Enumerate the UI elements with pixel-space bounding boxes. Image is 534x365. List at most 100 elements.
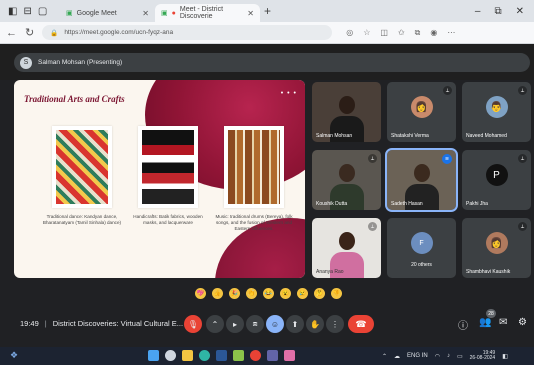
audio-options-button[interactable]: ⌃ bbox=[206, 315, 224, 333]
volume-icon[interactable]: ♪ bbox=[447, 353, 450, 359]
participant-name: Pakhi Jha bbox=[466, 201, 488, 207]
reaction-party[interactable]: 🎉 bbox=[229, 288, 240, 299]
lang-indicator[interactable]: ENG IN bbox=[407, 353, 428, 359]
more-icon[interactable]: ⋯ bbox=[447, 28, 455, 38]
reaction-cry[interactable]: 😢 bbox=[297, 288, 308, 299]
teams-icon[interactable] bbox=[267, 350, 278, 361]
activities-icon[interactable]: ⚙ bbox=[518, 317, 527, 328]
slide-caption-dance: Traditional dance: Kandyan dance, Bharat… bbox=[42, 214, 122, 225]
clock-date: 26-08-2024 bbox=[469, 355, 496, 361]
chat-icon[interactable]: ✉ bbox=[499, 317, 507, 328]
taskbar-clock[interactable]: 19:49 26-08-2024 bbox=[470, 351, 496, 361]
tab-google-meet[interactable]: ▣ Google Meet ✕ bbox=[60, 4, 155, 22]
captions-button[interactable]: ⧈ bbox=[246, 315, 264, 333]
participant-name: Koushik Dutta bbox=[316, 201, 348, 207]
split-screen-icon[interactable]: ◫ bbox=[380, 28, 388, 38]
participant-tile[interactable]: ≋ Sadeth Hasan bbox=[385, 148, 458, 212]
slide-caption-handicrafts: Handicrafts: Batik fabrics, wooden masks… bbox=[133, 214, 203, 225]
presenter-banner[interactable]: S Salman Mohsan (Presenting) bbox=[14, 53, 530, 72]
slide-menu-icon[interactable]: • • • bbox=[281, 90, 297, 97]
reaction-thinking[interactable]: 🤔 bbox=[314, 288, 325, 299]
search-icon[interactable] bbox=[165, 350, 176, 361]
reactions-bar: 💖 👍 🎉 👏 😂 😮 😢 🤔 👎 bbox=[195, 288, 342, 299]
participant-tile[interactable]: F 20 others bbox=[387, 218, 456, 278]
participant-tile[interactable]: 👨 ⟂ Naveed Mohamed bbox=[462, 82, 531, 142]
star-icon[interactable]: ☆ bbox=[363, 28, 370, 38]
notifications-icon[interactable]: ◧ bbox=[502, 353, 508, 360]
participant-avatar: P bbox=[485, 164, 508, 187]
present-button[interactable]: ⬆ bbox=[286, 315, 304, 333]
mic-off-icon: ⟂ bbox=[368, 222, 377, 231]
windows-taskbar: ❖ ⌃ ☁ ENG IN ◠ ♪ ▭ 19:49 26-08-2024 ◧ bbox=[0, 347, 534, 365]
leave-call-button[interactable]: ☎ bbox=[348, 315, 374, 333]
close-window-button[interactable]: ✕ bbox=[516, 6, 524, 17]
favorites-icon[interactable]: ✩ bbox=[398, 28, 405, 38]
url-field[interactable]: 🔒 https://meet.google.com/ucn-fyqz-ana bbox=[42, 25, 333, 40]
system-tray: ⌃ ☁ ENG IN ◠ ♪ ▭ 19:49 26-08-2024 ◧ bbox=[382, 351, 508, 361]
participant-name: Shatakshi Verma bbox=[391, 133, 429, 139]
minimize-button[interactable]: – bbox=[475, 6, 481, 17]
participant-name: Naveed Mohamed bbox=[466, 133, 507, 139]
camera-button[interactable]: ▸ bbox=[226, 315, 244, 333]
participant-tile[interactable]: 👩 ⟂ Shatakshi Verma bbox=[387, 82, 456, 142]
speaking-indicator-icon: ≋ bbox=[442, 154, 452, 164]
meeting-time: 19:49 bbox=[20, 319, 39, 328]
store-icon[interactable] bbox=[233, 350, 244, 361]
word-icon[interactable] bbox=[216, 350, 227, 361]
taskbar-apps bbox=[148, 350, 295, 361]
chrome-icon[interactable] bbox=[250, 350, 261, 361]
presenter-avatar: S bbox=[20, 56, 32, 69]
extensions-icon[interactable]: ⧉ bbox=[415, 28, 421, 38]
reaction-clap[interactable]: 👏 bbox=[246, 288, 257, 299]
participant-avatar: 👩 bbox=[410, 96, 433, 119]
reaction-laugh[interactable]: 😂 bbox=[263, 288, 274, 299]
raise-hand-button[interactable]: ✋ bbox=[306, 315, 324, 333]
onedrive-icon[interactable]: ☁ bbox=[394, 353, 400, 360]
info-icon[interactable]: ⓘ bbox=[458, 317, 468, 332]
participant-tile[interactable]: 👩 ⟂ Shambhavi Kaushik bbox=[462, 218, 531, 278]
address-bar-row: ← ↻ 🔒 https://meet.google.com/ucn-fyqz-a… bbox=[0, 22, 534, 44]
meeting-info: 19:49 | District Discoveries: Virtual Cu… bbox=[20, 319, 184, 328]
meet-favicon-icon: ▣ bbox=[66, 10, 73, 17]
window-controls: – ⧉ ✕ bbox=[475, 6, 534, 17]
maximize-button[interactable]: ⧉ bbox=[494, 6, 501, 17]
chevron-up-icon[interactable]: ⌃ bbox=[382, 353, 387, 360]
participant-tile[interactable]: Salman Mohsan bbox=[312, 82, 381, 142]
edge-icon[interactable] bbox=[199, 350, 210, 361]
reactions-button[interactable]: ☺ bbox=[266, 315, 284, 333]
meet-favicon-icon: ▣ bbox=[161, 10, 168, 17]
workspaces-icon[interactable]: ▢ bbox=[38, 6, 47, 17]
new-tab-button[interactable]: + bbox=[264, 4, 271, 18]
photos-icon[interactable] bbox=[284, 350, 295, 361]
reload-icon[interactable]: ↻ bbox=[25, 26, 34, 39]
presentation-slide: • • • Traditional Arts and Crafts Tradit… bbox=[14, 80, 305, 278]
reaction-thumbs-down[interactable]: 👎 bbox=[331, 288, 342, 299]
tab-meet-district[interactable]: ▣ ● Meet - District Discoverie ✕ bbox=[155, 4, 260, 22]
meeting-title: District Discoveries: Virtual Cultural E… bbox=[52, 319, 184, 328]
reaction-thumbs-up[interactable]: 👍 bbox=[212, 288, 223, 299]
close-tab-icon[interactable]: ✕ bbox=[247, 9, 254, 18]
reaction-surprised[interactable]: 😮 bbox=[280, 288, 291, 299]
slide-caption-music: Music: traditional drums (Bereya), folk … bbox=[215, 214, 293, 231]
participant-name: Sadeth Hasan bbox=[391, 201, 423, 207]
people-icon[interactable]: 👥 bbox=[479, 317, 491, 328]
start-icon[interactable] bbox=[148, 350, 159, 361]
widgets-icon[interactable]: ❖ bbox=[10, 350, 18, 361]
copilot-icon[interactable]: ◉ bbox=[430, 28, 437, 38]
reaction-heart[interactable]: 💖 bbox=[195, 288, 206, 299]
tab-actions-icon[interactable]: ⊟ bbox=[23, 6, 31, 17]
back-arrow-icon[interactable]: ← bbox=[6, 27, 17, 39]
participant-tile[interactable]: ⟂ Koushik Dutta bbox=[312, 150, 381, 210]
mic-off-button[interactable]: 🎙 bbox=[184, 315, 202, 333]
participant-tile[interactable]: ⟂ Ananya Rao bbox=[312, 218, 381, 278]
participant-tile[interactable]: P ⟂ Pakhi Jha bbox=[462, 150, 531, 210]
more-options-button[interactable]: ⋮ bbox=[326, 315, 344, 333]
read-aloud-icon[interactable]: ◎ bbox=[346, 28, 353, 38]
profile-icon[interactable]: ◧ bbox=[8, 6, 17, 17]
wifi-icon[interactable]: ◠ bbox=[435, 353, 440, 360]
file-explorer-icon[interactable] bbox=[182, 350, 193, 361]
lock-icon: 🔒 bbox=[50, 29, 59, 37]
close-tab-icon[interactable]: ✕ bbox=[142, 9, 149, 18]
others-count: 20 others bbox=[411, 262, 432, 268]
battery-icon[interactable]: ▭ bbox=[457, 353, 463, 360]
